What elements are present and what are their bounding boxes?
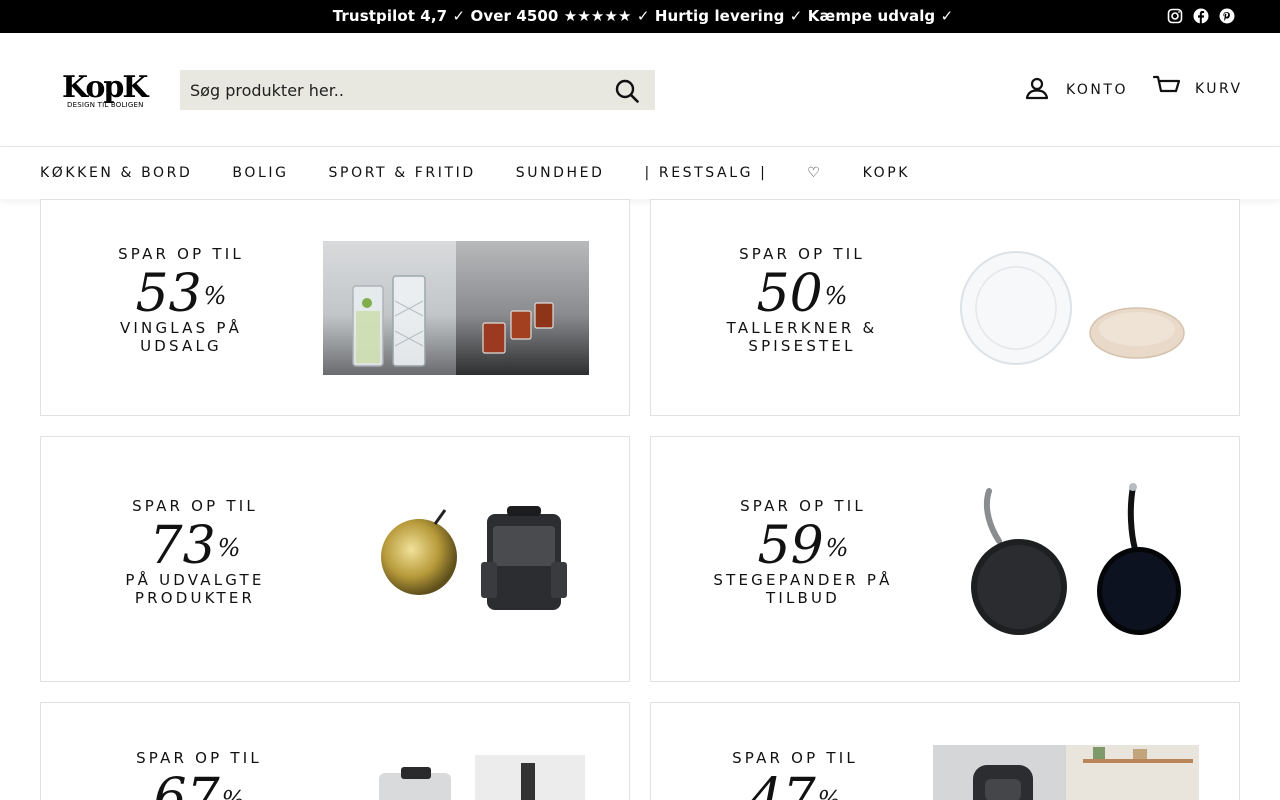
promo-description: VINGLAS PÅ UDSALG [119,319,243,355]
promo-text: SPAR OP TIL 50% TALLERKNER & SPISESTEL [701,245,903,355]
nav-item-kopk[interactable]: KOPK [863,165,910,181]
promo-card-udvalgte[interactable]: SPAR OP TIL 73% PÅ UDVALGTE PRODUKTER [40,436,630,682]
promo-save-label: SPAR OP TIL [136,749,262,767]
promo-percent: 50% [756,264,848,324]
search-input[interactable] [180,70,600,110]
promo-text: SPAR OP TIL 53% VINGLAS PÅ UDSALG [81,245,281,355]
nav-item-sundhed[interactable]: SUNDHED [516,165,605,181]
promo-save-label: SPAR OP TIL [739,245,865,263]
site-header: KopK DESIGN TIL BOLIGEN KONTO KURV [0,33,1280,147]
promo-text: SPAR OP TIL 59% STEGEPANDER PÅ TILBUD [701,497,905,607]
blender-image [371,755,591,800]
promo-card-tallerkner[interactable]: SPAR OP TIL 50% TALLERKNER & SPISESTEL [650,199,1240,416]
account-link[interactable]: KONTO [1024,75,1128,105]
promo-text: SPAR OP TIL 67% [99,749,299,800]
nav-item-favorites-heart[interactable]: ♡ [807,165,822,181]
nav-item-kokken-bord[interactable]: KØKKEN & BORD [40,165,192,181]
promo-card-blender[interactable]: SPAR OP TIL 67% [40,702,630,800]
kopk-logo[interactable]: KopK DESIGN TIL BOLIGEN [58,70,148,113]
announcement-text: Trustpilot 4,7 ✓ Over 4500 ★★★★★ ✓ Hurti… [332,7,954,25]
promo-card-vinglas[interactable]: SPAR OP TIL 53% VINGLAS PÅ UDSALG [40,199,630,416]
promo-percent: 73% [149,516,241,576]
promo-save-label: SPAR OP TIL [732,749,858,767]
frying-pans-image [961,479,1201,644]
facebook-icon[interactable] [1192,6,1210,26]
plates-image [951,245,1191,375]
promo-percent: 67% [153,768,245,800]
search-icon[interactable] [614,78,640,104]
promo-percent: 47% [749,768,841,800]
user-icon [1024,75,1050,105]
promo-description: STEGEPANDER PÅ TILBUD [713,571,893,607]
instagram-icon[interactable] [1166,6,1184,26]
pinterest-icon[interactable] [1218,6,1236,26]
logo-tagline: DESIGN TIL BOLIGEN [67,101,144,109]
promo-card-stegepander[interactable]: SPAR OP TIL 59% STEGEPANDER PÅ TILBUD [650,436,1240,682]
announcement-bar: Trustpilot 4,7 ✓ Over 4500 ★★★★★ ✓ Hurti… [0,0,1280,33]
social-links [1166,6,1236,26]
promo-save-label: SPAR OP TIL [132,497,258,515]
nav-item-sport-fritid[interactable]: SPORT & FRITID [329,165,476,181]
logo-wordmark: KopK [62,70,148,105]
cart-link[interactable]: KURV [1152,75,1243,103]
cart-icon [1152,75,1181,103]
promo-percent: 53% [135,264,227,324]
promo-text: SPAR OP TIL 73% PÅ UDVALGTE PRODUKTER [95,497,295,607]
nav-item-bolig[interactable]: BOLIG [232,165,288,181]
promo-save-label: SPAR OP TIL [118,245,244,263]
account-label: KONTO [1066,82,1128,98]
promo-percent: 59% [757,516,849,576]
promo-save-label: SPAR OP TIL [740,497,866,515]
lamp-and-bag-image [377,502,577,617]
promo-text: SPAR OP TIL 47% [695,749,895,800]
air-fryer-image [933,745,1199,800]
wine-glasses-image [323,241,589,375]
promo-card-airfryer[interactable]: SPAR OP TIL 47% [650,702,1240,800]
promo-description: TALLERKNER & SPISESTEL [726,319,878,355]
promo-description: PÅ UDVALGTE PRODUKTER [125,571,265,607]
nav-item-restsalg[interactable]: | RESTSALG | [645,165,768,181]
search-bar [180,70,655,110]
cart-label: KURV [1195,81,1243,97]
main-navigation: KØKKEN & BORD BOLIG SPORT & FRITID SUNDH… [0,147,1280,199]
